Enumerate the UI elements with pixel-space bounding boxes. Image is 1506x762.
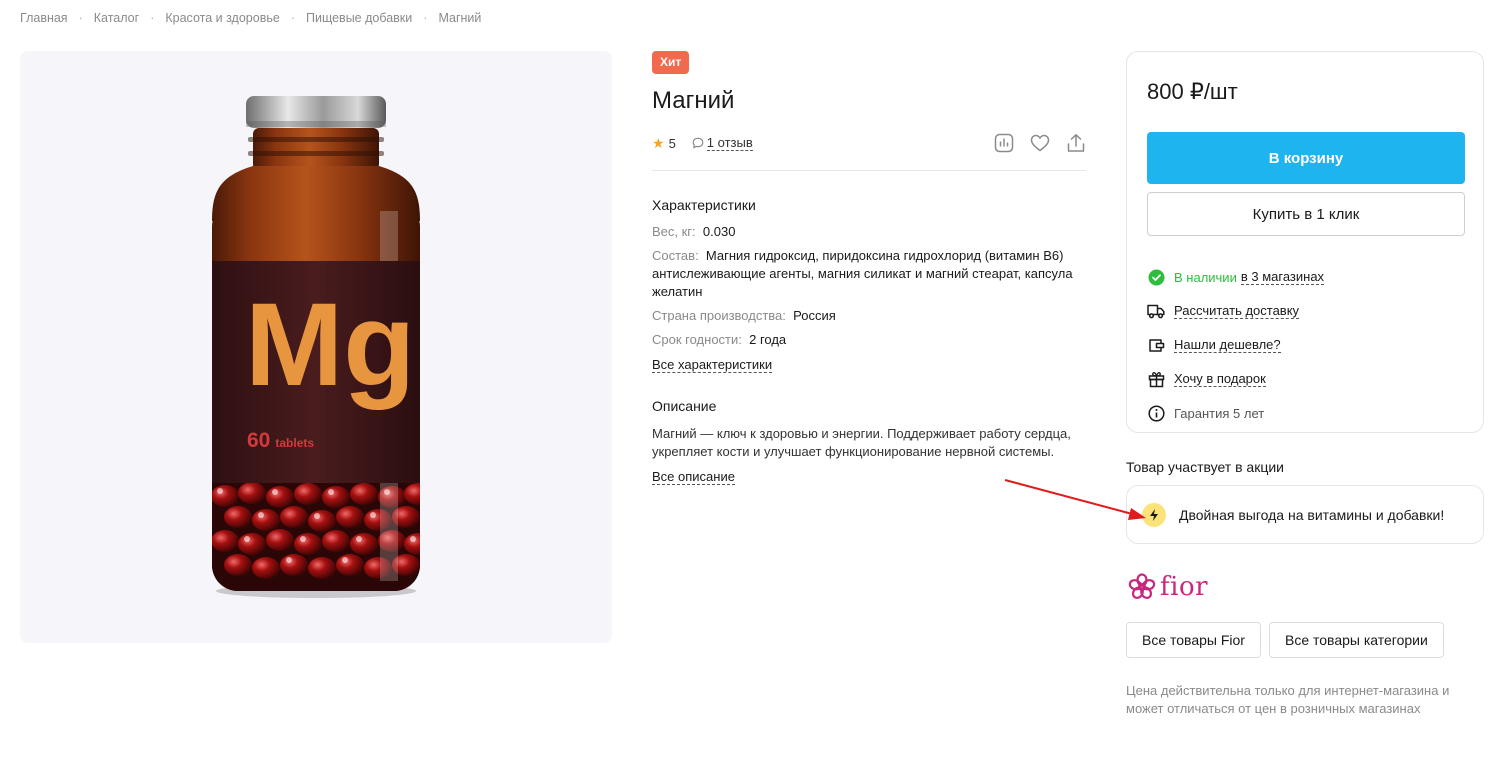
brand-links: Все товары Fior Все товары категории (1126, 622, 1444, 658)
all-brand-products-button[interactable]: Все товары Fior (1126, 622, 1261, 658)
truck-icon (1147, 302, 1165, 320)
comment-icon (692, 137, 704, 149)
wallet-icon (1147, 336, 1165, 354)
spec-composition: Состав: Магния гидроксид, пиридоксина ги… (652, 247, 1086, 301)
warranty-row: Гарантия 5 лет (1147, 396, 1463, 430)
spec-weight: Вес, кг: 0.030 (652, 223, 1086, 241)
breadcrumb: Главная · Каталог · Красота и здоровье ·… (20, 11, 481, 25)
breadcrumb-separator: · (290, 11, 295, 25)
specs-title: Характеристики (652, 197, 756, 213)
product-meta-row: ★ 5 1 отзыв (652, 128, 1086, 171)
description-title: Описание (652, 398, 717, 414)
buy-one-click-button[interactable]: Купить в 1 клик (1147, 192, 1465, 236)
description-text: Магний — ключ к здоровью и энергии. Подд… (652, 426, 1071, 459)
product-title: Магний (652, 87, 735, 114)
all-category-products-button[interactable]: Все товары категории (1268, 622, 1444, 658)
compare-icon (994, 133, 1014, 153)
breadcrumb-supplements[interactable]: Пищевые добавки (306, 11, 412, 25)
lightning-icon (1142, 502, 1166, 527)
buy-card: 800 ₽/шт В корзину Купить в 1 клик В нал… (1126, 51, 1484, 433)
rating: ★ 5 (652, 135, 676, 152)
heart-icon (1030, 134, 1050, 152)
purchase-options: В наличии в 3 магазинах Рассчитать доста… (1147, 260, 1463, 430)
cheaper-row: Нашли дешевле? (1147, 328, 1463, 362)
reviews-link[interactable]: 1 отзыв (692, 134, 753, 151)
magnesium-bottle-image: Mg 60 tablets (212, 96, 420, 598)
spec-value: 2 года (749, 332, 787, 347)
star-icon: ★ (652, 134, 665, 151)
promo-title: Товар участвует в акции (1126, 459, 1284, 475)
all-description-link[interactable]: Все описание (652, 469, 735, 485)
spec-key: Страна производства: (652, 308, 786, 323)
breadcrumb-home[interactable]: Главная (20, 11, 68, 25)
stock-status: В наличии (1174, 269, 1237, 285)
found-cheaper-link[interactable]: Нашли дешевле? (1174, 337, 1281, 353)
stock-stores-link[interactable]: в 3 магазинах (1240, 269, 1325, 285)
spec-key: Срок годности: (652, 332, 742, 347)
product-image[interactable]: Mg 60 tablets (20, 51, 612, 643)
specs-list: Вес, кг: 0.030 Состав: Магния гидроксид,… (652, 223, 1086, 374)
breadcrumb-separator: · (423, 11, 428, 25)
spec-key: Состав: (652, 248, 699, 263)
want-as-gift-link[interactable]: Хочу в подарок (1174, 371, 1266, 387)
product-info: Хит Магний ★ 5 1 отзыв Характеристики Ве… (652, 51, 1086, 486)
compare-button[interactable] (994, 133, 1014, 153)
spec-shelf-life: Срок годности: 2 года (652, 331, 1086, 349)
spec-value: Магния гидроксид, пиридоксина гидрохлори… (652, 248, 1073, 299)
breadcrumb-separator: · (150, 11, 155, 25)
delivery-row: Рассчитать доставку (1147, 294, 1463, 328)
hit-badge: Хит (652, 51, 690, 74)
flower-icon (1128, 573, 1156, 599)
breadcrumb-separator: · (78, 11, 83, 25)
calculate-delivery-link[interactable]: Рассчитать доставку (1174, 303, 1300, 319)
promo-text: Двойная выгода на витамины и добавки! (1179, 506, 1445, 523)
price: 800 ₽/шт (1147, 79, 1238, 104)
gift-row: Хочу в подарок (1147, 362, 1463, 396)
spec-key: Вес, кг: (652, 224, 696, 239)
brand-name: fior (1160, 572, 1209, 602)
check-circle-icon (1147, 268, 1165, 286)
breadcrumb-beauty-health[interactable]: Красота и здоровье (165, 11, 279, 25)
gift-icon (1147, 370, 1165, 388)
reviews-count: 1 отзыв (706, 134, 753, 151)
promo-card[interactable]: Двойная выгода на витамины и добавки! (1126, 485, 1484, 544)
product-actions (994, 133, 1086, 153)
warranty-text: Гарантия 5 лет (1174, 405, 1265, 421)
spec-value: Россия (793, 308, 836, 323)
stock-row: В наличии в 3 магазинах (1147, 260, 1463, 294)
spec-value: 0.030 (702, 224, 736, 239)
brand-logo[interactable]: fior (1128, 572, 1208, 602)
rating-value: 5 (668, 135, 676, 151)
share-icon (1067, 134, 1085, 152)
info-icon (1147, 404, 1165, 422)
spec-country: Страна производства: Россия (652, 307, 1086, 325)
all-specs-link[interactable]: Все характеристики (652, 357, 773, 373)
add-to-cart-button[interactable]: В корзину (1147, 132, 1465, 184)
favorite-button[interactable] (1030, 133, 1050, 153)
price-note: Цена действительна только для интернет-м… (1126, 683, 1450, 716)
share-button[interactable] (1066, 133, 1086, 153)
breadcrumb-catalog[interactable]: Каталог (94, 11, 139, 25)
breadcrumb-current: Магний (438, 11, 482, 25)
label-symbol: Mg (245, 279, 415, 411)
